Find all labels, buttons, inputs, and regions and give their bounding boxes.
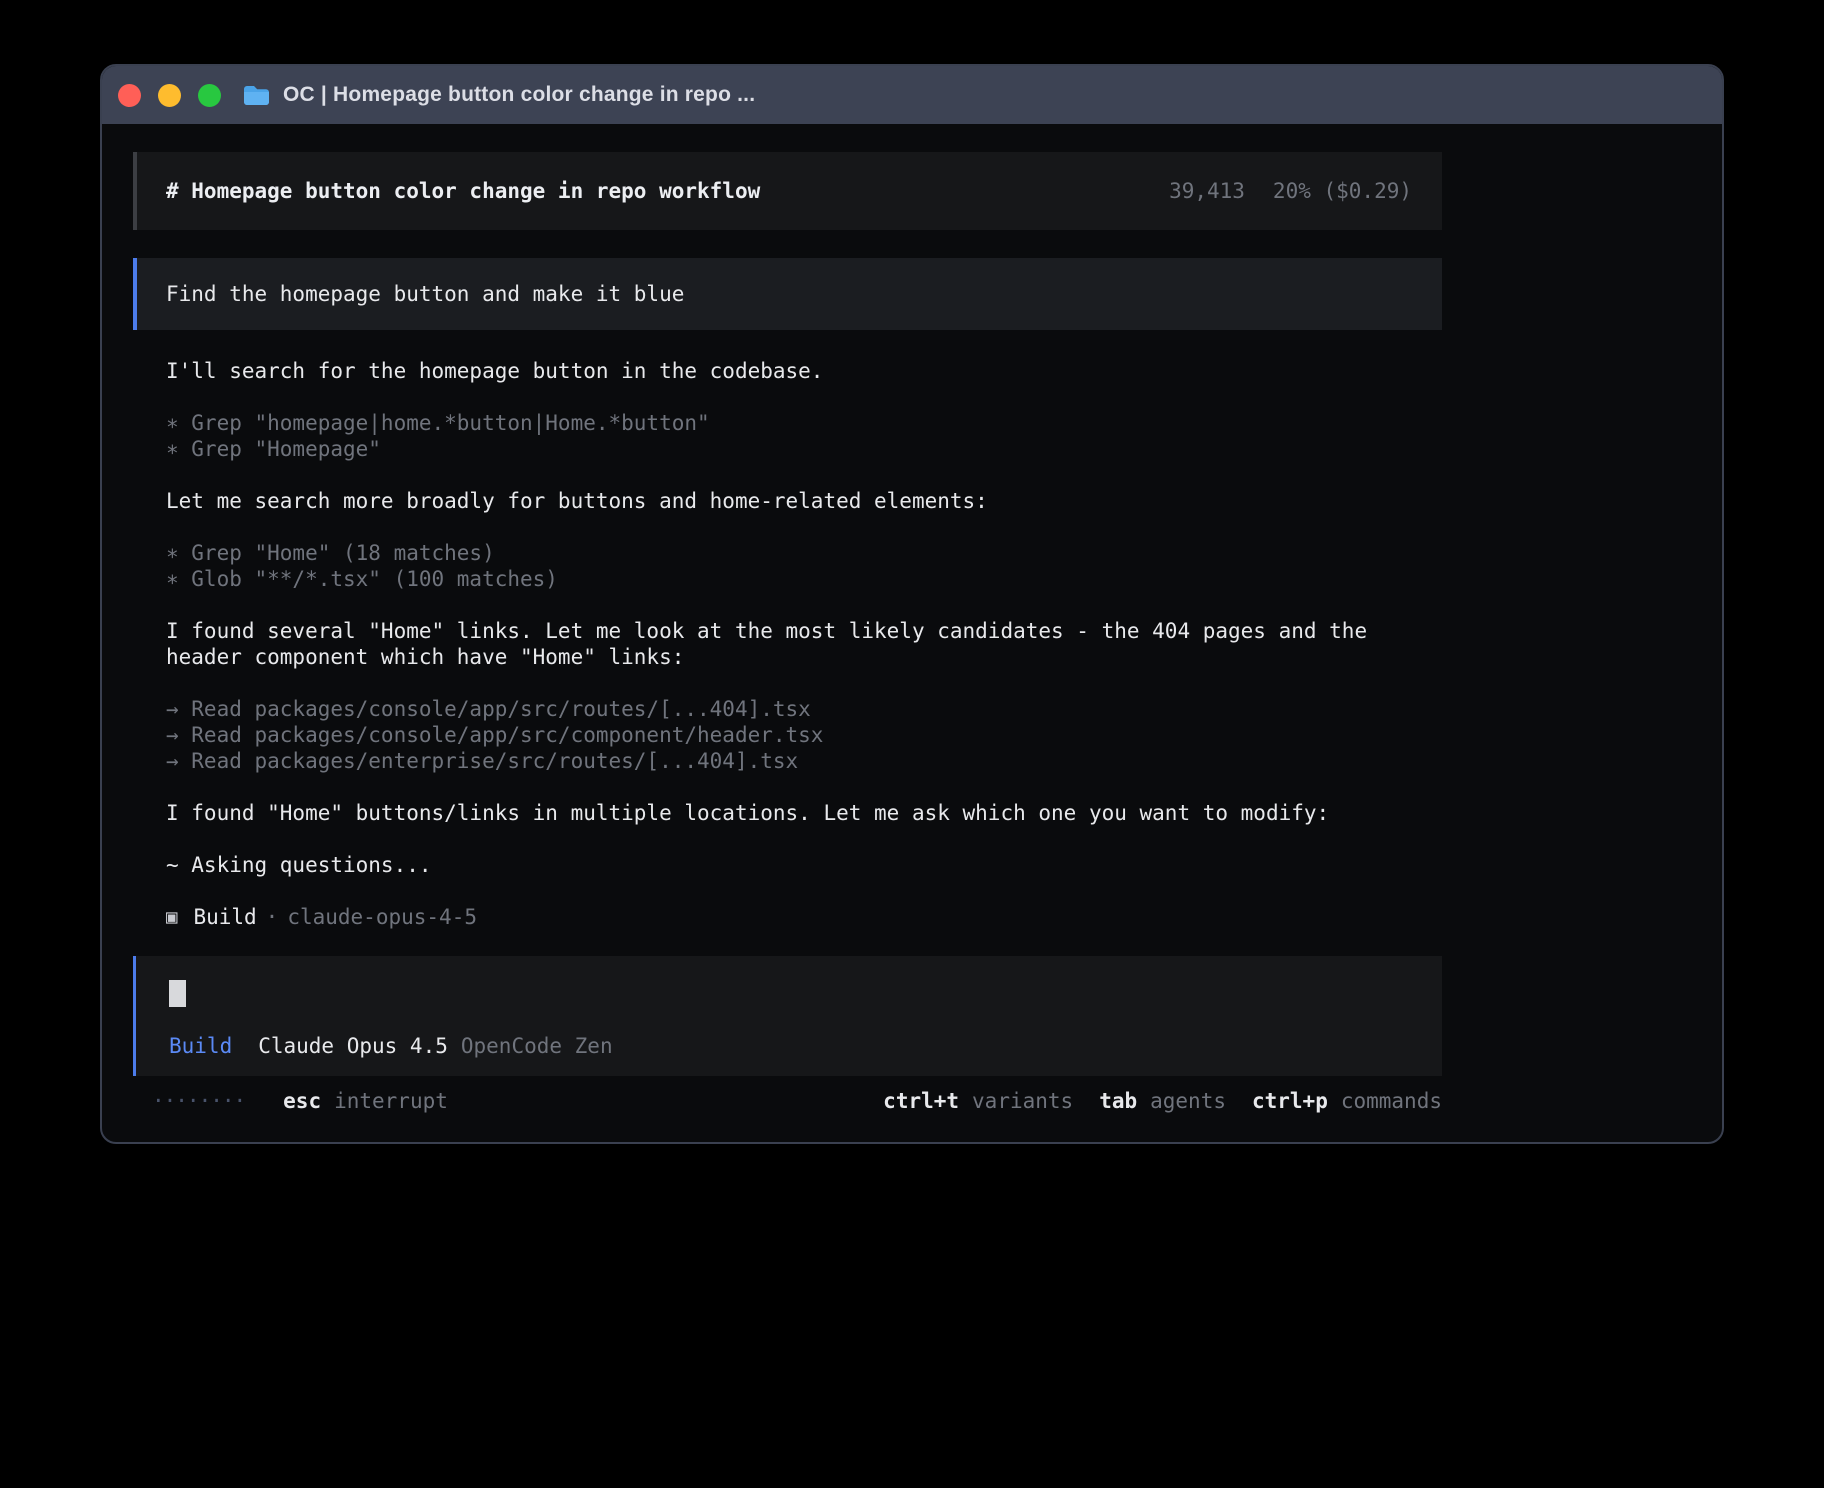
- shortcut-key: tab: [1099, 1088, 1137, 1114]
- agent-separator: ·: [266, 904, 279, 930]
- mode-label[interactable]: Build: [169, 1033, 232, 1059]
- traffic-lights: [118, 84, 221, 107]
- user-message: Find the homepage button and make it blu…: [133, 258, 1442, 330]
- shortcut-label: agents: [1150, 1088, 1226, 1114]
- zoom-button[interactable]: [198, 84, 221, 107]
- token-count: 39,413: [1169, 178, 1245, 204]
- agent-status-line: ▣ Build · claude-opus-4-5: [166, 904, 1412, 930]
- assistant-paragraph: I'll search for the homepage button in t…: [166, 358, 1412, 384]
- shortcut-variants: ctrl+t variants: [883, 1088, 1073, 1114]
- title-group: OC | Homepage button color change in rep…: [243, 83, 755, 107]
- model-status-line: Build Claude Opus 4.5 OpenCode Zen: [169, 1033, 1412, 1059]
- status-bar-left: ········ esc interrupt: [152, 1088, 448, 1114]
- status-text: ~ Asking questions...: [166, 852, 1412, 878]
- assistant-text: Let me search more broadly for buttons a…: [166, 488, 1412, 514]
- tool-call: → Read packages/enterprise/src/routes/[.…: [166, 748, 1412, 774]
- prompt-input[interactable]: Build Claude Opus 4.5 OpenCode Zen: [133, 956, 1442, 1076]
- terminal-content: # Homepage button color change in repo w…: [102, 124, 1722, 1114]
- shortcut-key: ctrl+p: [1252, 1088, 1328, 1114]
- status-bar-right: ctrl+t variants tab agents ctrl+p comman…: [883, 1088, 1442, 1114]
- tool-call: ∗ Grep "Home" (18 matches): [166, 540, 1412, 566]
- provider-name: OpenCode Zen: [461, 1033, 613, 1059]
- assistant-paragraph: Let me search more broadly for buttons a…: [166, 488, 1412, 514]
- shortcut-key: ctrl+t: [883, 1088, 959, 1114]
- minimize-button[interactable]: [158, 84, 181, 107]
- spinner-dots: ········: [152, 1088, 245, 1114]
- shortcut-agents: tab agents: [1099, 1088, 1226, 1114]
- folder-icon: [243, 84, 270, 106]
- agent-model: claude-opus-4-5: [287, 904, 477, 930]
- session-header: # Homepage button color change in repo w…: [133, 152, 1442, 230]
- text-cursor: [169, 980, 186, 1007]
- context-usage: 20% ($0.29): [1273, 178, 1412, 204]
- tool-call-group: → Read packages/console/app/src/routes/[…: [166, 696, 1412, 774]
- tool-call-group: ∗ Grep "Home" (18 matches) ∗ Glob "**/*.…: [166, 540, 1412, 592]
- tool-call: ∗ Grep "Homepage": [166, 436, 1412, 462]
- tool-call: → Read packages/console/app/src/routes/[…: [166, 696, 1412, 722]
- assistant-text: I'll search for the homepage button in t…: [166, 358, 1412, 384]
- tool-call: → Read packages/console/app/src/componen…: [166, 722, 1412, 748]
- assistant-text: I found several "Home" links. Let me loo…: [166, 618, 1412, 670]
- chat-transcript: I'll search for the homepage button in t…: [133, 358, 1442, 930]
- shortcut-label: variants: [972, 1088, 1073, 1114]
- tool-call-group: ∗ Grep "homepage|home.*button|Home.*butt…: [166, 410, 1412, 462]
- model-name: Claude Opus 4.5: [258, 1033, 448, 1059]
- status-paragraph: ~ Asking questions...: [166, 852, 1412, 878]
- assistant-paragraph: I found several "Home" links. Let me loo…: [166, 618, 1412, 670]
- tool-call: ∗ Grep "homepage|home.*button|Home.*butt…: [166, 410, 1412, 436]
- close-button[interactable]: [118, 84, 141, 107]
- desktop: OC | Homepage button color change in rep…: [0, 0, 1824, 1488]
- shortcut-label: commands: [1341, 1088, 1442, 1114]
- window-titlebar[interactable]: OC | Homepage button color change in rep…: [102, 66, 1722, 124]
- assistant-text: I found "Home" buttons/links in multiple…: [166, 800, 1412, 826]
- assistant-paragraph: I found "Home" buttons/links in multiple…: [166, 800, 1412, 826]
- terminal-window: OC | Homepage button color change in rep…: [100, 64, 1724, 1144]
- user-message-text: Find the homepage button and make it blu…: [166, 281, 684, 307]
- esc-label: interrupt: [334, 1088, 448, 1114]
- shortcut-commands: ctrl+p commands: [1252, 1088, 1442, 1114]
- agent-name: Build: [193, 904, 256, 930]
- session-meta: 39,413 20% ($0.29): [1169, 178, 1412, 204]
- shortcut-interrupt: esc interrupt: [283, 1088, 448, 1114]
- window-title: OC | Homepage button color change in rep…: [283, 83, 755, 107]
- session-title: # Homepage button color change in repo w…: [166, 178, 760, 204]
- status-bar: ········ esc interrupt ctrl+t variants t…: [133, 1088, 1442, 1114]
- esc-key: esc: [283, 1088, 321, 1114]
- tool-call: ∗ Glob "**/*.tsx" (100 matches): [166, 566, 1412, 592]
- agent-icon: ▣: [166, 904, 177, 930]
